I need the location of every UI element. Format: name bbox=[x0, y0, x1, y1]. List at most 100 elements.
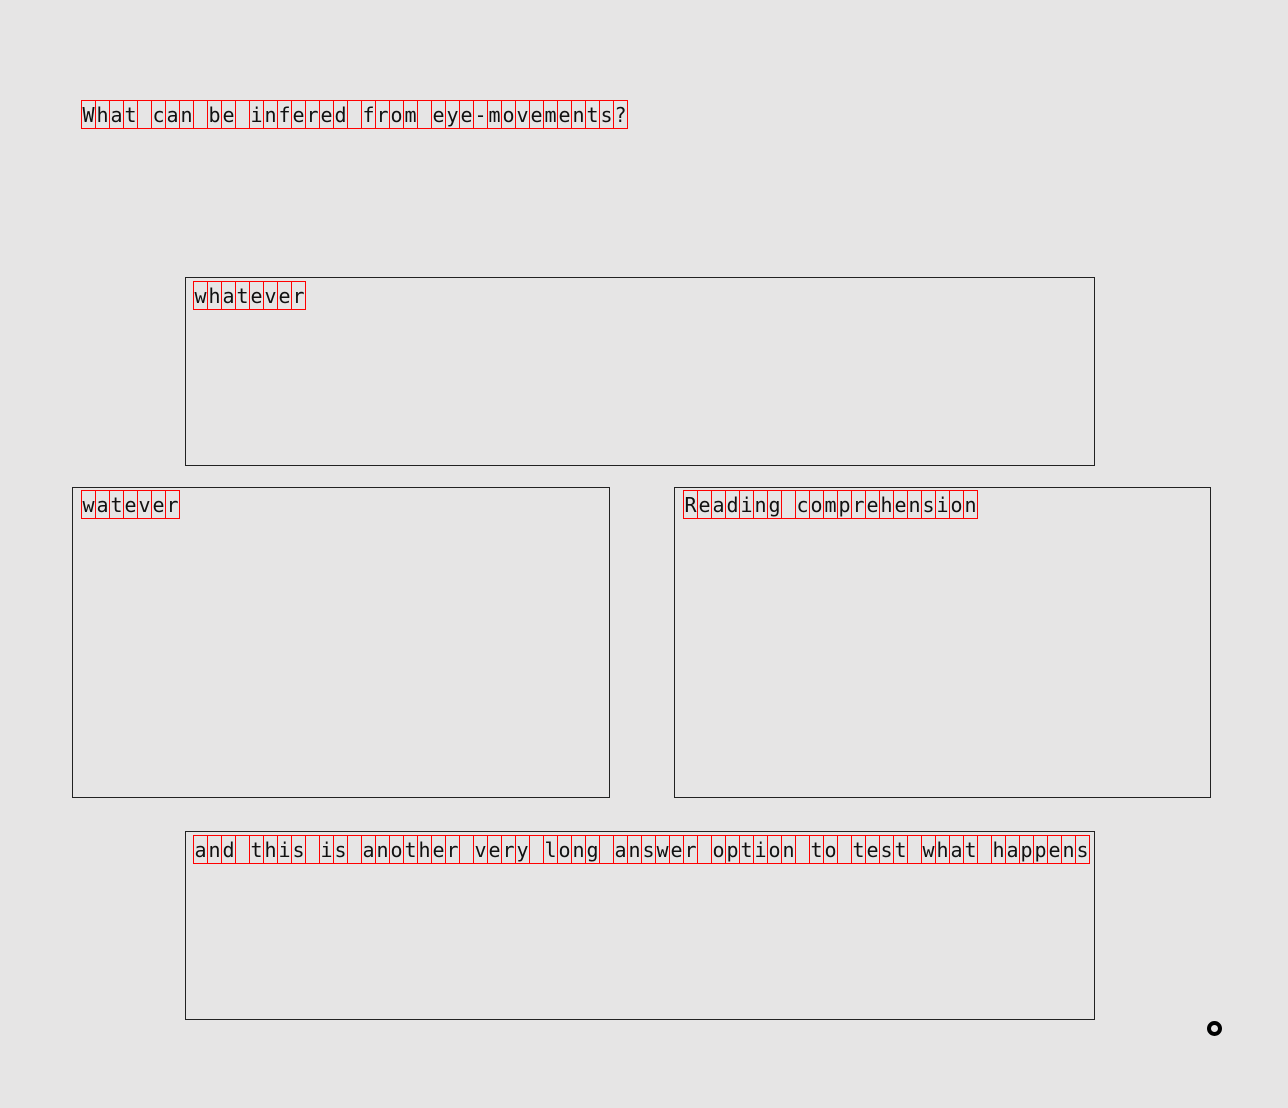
character-box: a bbox=[949, 835, 964, 864]
character-box: w bbox=[655, 835, 670, 864]
character-box: c bbox=[151, 100, 166, 129]
character-box bbox=[347, 835, 362, 864]
character-box: o bbox=[767, 835, 782, 864]
character-box: n bbox=[963, 490, 978, 519]
character-box: v bbox=[263, 281, 278, 310]
character-box: m bbox=[487, 100, 502, 129]
character-box: d bbox=[725, 490, 740, 519]
character-box: i bbox=[277, 835, 292, 864]
character-box: o bbox=[389, 100, 404, 129]
character-box: t bbox=[109, 490, 124, 519]
character-box: W bbox=[81, 100, 96, 129]
character-box bbox=[347, 100, 362, 129]
character-box: d bbox=[333, 100, 348, 129]
character-box: e bbox=[459, 100, 474, 129]
character-box: e bbox=[277, 281, 292, 310]
character-box: n bbox=[1061, 835, 1076, 864]
character-box: t bbox=[893, 835, 908, 864]
character-box: s bbox=[879, 835, 894, 864]
character-box: n bbox=[781, 835, 796, 864]
character-box: l bbox=[543, 835, 558, 864]
character-box: p bbox=[837, 490, 852, 519]
character-box: t bbox=[123, 100, 138, 129]
character-box: i bbox=[935, 490, 950, 519]
character-box: e bbox=[1047, 835, 1062, 864]
character-box bbox=[907, 835, 922, 864]
character-box: i bbox=[739, 490, 754, 519]
character-box: t bbox=[851, 835, 866, 864]
character-box: r bbox=[165, 490, 180, 519]
character-box: a bbox=[165, 100, 180, 129]
character-box: t bbox=[963, 835, 978, 864]
character-box: i bbox=[753, 835, 768, 864]
character-box: n bbox=[907, 490, 922, 519]
character-box: t bbox=[249, 835, 264, 864]
character-box: e bbox=[319, 100, 334, 129]
character-box: o bbox=[711, 835, 726, 864]
character-box: o bbox=[809, 490, 824, 519]
character-box: y bbox=[515, 835, 530, 864]
character-box: e bbox=[291, 100, 306, 129]
character-box: e bbox=[431, 835, 446, 864]
character-box: v bbox=[137, 490, 152, 519]
character-box: ? bbox=[613, 100, 628, 129]
character-box bbox=[193, 100, 208, 129]
character-box: s bbox=[641, 835, 656, 864]
answer-option-label: whatever bbox=[193, 281, 306, 310]
character-box: e bbox=[487, 835, 502, 864]
character-box: p bbox=[1033, 835, 1048, 864]
character-box bbox=[781, 490, 796, 519]
character-box: n bbox=[627, 835, 642, 864]
character-box: s bbox=[599, 100, 614, 129]
character-box bbox=[697, 835, 712, 864]
character-box: o bbox=[557, 835, 572, 864]
character-box: n bbox=[571, 100, 586, 129]
character-box: p bbox=[1019, 835, 1034, 864]
fixation-target-icon bbox=[1207, 1021, 1222, 1036]
character-box bbox=[305, 835, 320, 864]
character-box: y bbox=[445, 100, 460, 129]
character-box: h bbox=[207, 281, 222, 310]
character-box: p bbox=[725, 835, 740, 864]
character-box bbox=[235, 100, 250, 129]
character-box: r bbox=[851, 490, 866, 519]
character-box: R bbox=[683, 490, 698, 519]
character-box: v bbox=[515, 100, 530, 129]
answer-option-label: watever bbox=[81, 490, 180, 519]
character-box bbox=[599, 835, 614, 864]
character-box: n bbox=[571, 835, 586, 864]
character-box bbox=[137, 100, 152, 129]
character-box: e bbox=[669, 835, 684, 864]
character-box: o bbox=[949, 490, 964, 519]
character-box: e bbox=[123, 490, 138, 519]
answer-option-2[interactable]: watever bbox=[72, 487, 610, 798]
character-box: h bbox=[935, 835, 950, 864]
character-box: o bbox=[501, 100, 516, 129]
character-box: w bbox=[193, 281, 208, 310]
character-box: w bbox=[921, 835, 936, 864]
character-box: a bbox=[613, 835, 628, 864]
character-box: c bbox=[795, 490, 810, 519]
character-box: a bbox=[193, 835, 208, 864]
character-box bbox=[529, 835, 544, 864]
character-box: d bbox=[221, 835, 236, 864]
character-box: r bbox=[305, 100, 320, 129]
character-box: r bbox=[683, 835, 698, 864]
answer-option-4[interactable]: and this is another very long answer opt… bbox=[185, 831, 1095, 1020]
character-box: i bbox=[319, 835, 334, 864]
character-box: b bbox=[207, 100, 222, 129]
character-box: w bbox=[81, 490, 96, 519]
character-box: a bbox=[109, 100, 124, 129]
character-box bbox=[417, 100, 432, 129]
answer-option-3[interactable]: Reading comprehension bbox=[674, 487, 1211, 798]
character-box: n bbox=[263, 100, 278, 129]
character-box: e bbox=[249, 281, 264, 310]
character-box: n bbox=[753, 490, 768, 519]
character-box: e bbox=[431, 100, 446, 129]
character-box: t bbox=[739, 835, 754, 864]
character-box: e bbox=[557, 100, 572, 129]
character-box bbox=[459, 835, 474, 864]
answer-option-1[interactable]: whatever bbox=[185, 277, 1095, 466]
character-box: s bbox=[1075, 835, 1090, 864]
character-box: e bbox=[865, 835, 880, 864]
